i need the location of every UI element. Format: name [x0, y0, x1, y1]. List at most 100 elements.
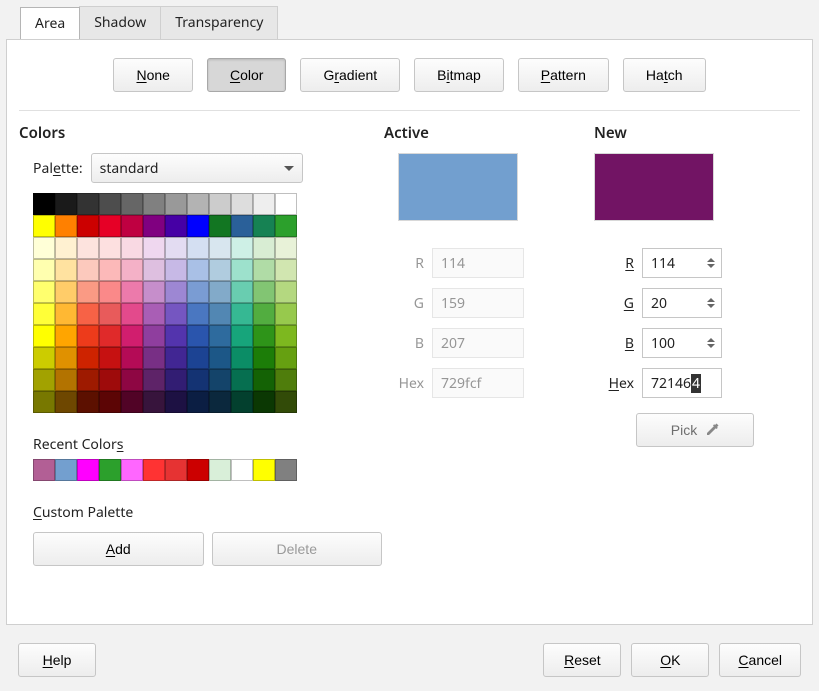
- recent-swatch[interactable]: [231, 459, 253, 481]
- palette-swatch[interactable]: [55, 391, 77, 413]
- reset-button[interactable]: Reset: [543, 643, 621, 677]
- palette-swatch[interactable]: [55, 281, 77, 303]
- palette-swatch[interactable]: [77, 237, 99, 259]
- fill-bitmap-button[interactable]: Bitmap: [414, 58, 504, 92]
- palette-swatch[interactable]: [33, 259, 55, 281]
- help-button[interactable]: Help: [18, 643, 96, 677]
- palette-swatch[interactable]: [77, 259, 99, 281]
- palette-swatch[interactable]: [143, 281, 165, 303]
- palette-swatch[interactable]: [121, 303, 143, 325]
- palette-swatch[interactable]: [231, 215, 253, 237]
- palette-swatch[interactable]: [121, 281, 143, 303]
- palette-select[interactable]: standard: [91, 153, 303, 183]
- palette-swatch[interactable]: [33, 303, 55, 325]
- palette-swatch[interactable]: [275, 347, 297, 369]
- palette-swatch[interactable]: [231, 281, 253, 303]
- palette-swatch[interactable]: [143, 237, 165, 259]
- palette-swatch[interactable]: [55, 259, 77, 281]
- palette-swatch[interactable]: [121, 325, 143, 347]
- palette-swatch[interactable]: [165, 391, 187, 413]
- palette-swatch[interactable]: [253, 303, 275, 325]
- palette-swatch[interactable]: [209, 325, 231, 347]
- pick-color-button[interactable]: Pick: [636, 413, 754, 447]
- palette-swatch[interactable]: [99, 281, 121, 303]
- palette-swatch[interactable]: [187, 391, 209, 413]
- palette-swatch[interactable]: [77, 347, 99, 369]
- palette-swatch[interactable]: [253, 237, 275, 259]
- palette-swatch[interactable]: [187, 237, 209, 259]
- palette-swatch[interactable]: [253, 369, 275, 391]
- recent-swatch[interactable]: [253, 459, 275, 481]
- palette-swatch[interactable]: [275, 391, 297, 413]
- palette-swatch[interactable]: [231, 347, 253, 369]
- palette-swatch[interactable]: [99, 325, 121, 347]
- palette-swatch[interactable]: [209, 391, 231, 413]
- palette-swatch[interactable]: [253, 281, 275, 303]
- palette-swatch[interactable]: [55, 303, 77, 325]
- palette-swatch[interactable]: [55, 325, 77, 347]
- palette-swatch[interactable]: [165, 215, 187, 237]
- palette-swatch[interactable]: [99, 237, 121, 259]
- palette-swatch[interactable]: [253, 347, 275, 369]
- palette-swatch[interactable]: [231, 303, 253, 325]
- palette-swatch[interactable]: [231, 237, 253, 259]
- palette-swatch[interactable]: [143, 347, 165, 369]
- palette-swatch[interactable]: [253, 215, 275, 237]
- palette-swatch[interactable]: [209, 303, 231, 325]
- palette-swatch[interactable]: [253, 259, 275, 281]
- recent-swatch[interactable]: [121, 459, 143, 481]
- palette-swatch[interactable]: [55, 215, 77, 237]
- palette-swatch[interactable]: [77, 369, 99, 391]
- palette-swatch[interactable]: [77, 325, 99, 347]
- fill-gradient-button[interactable]: Gradient: [300, 58, 400, 92]
- recent-swatch[interactable]: [275, 459, 297, 481]
- palette-swatch[interactable]: [187, 369, 209, 391]
- palette-swatch[interactable]: [209, 193, 231, 215]
- new-b-input[interactable]: 100: [642, 328, 722, 358]
- palette-swatch[interactable]: [253, 193, 275, 215]
- palette-swatch[interactable]: [165, 303, 187, 325]
- palette-swatch[interactable]: [165, 281, 187, 303]
- palette-swatch[interactable]: [143, 303, 165, 325]
- palette-swatch[interactable]: [231, 193, 253, 215]
- palette-swatch[interactable]: [275, 281, 297, 303]
- palette-swatch[interactable]: [77, 303, 99, 325]
- palette-swatch[interactable]: [33, 391, 55, 413]
- palette-swatch[interactable]: [33, 281, 55, 303]
- palette-swatch[interactable]: [253, 391, 275, 413]
- new-r-input[interactable]: 114: [642, 248, 722, 278]
- palette-swatch[interactable]: [33, 347, 55, 369]
- palette-swatch[interactable]: [143, 325, 165, 347]
- palette-swatch[interactable]: [231, 391, 253, 413]
- palette-swatch[interactable]: [55, 237, 77, 259]
- palette-swatch[interactable]: [121, 237, 143, 259]
- palette-swatch[interactable]: [275, 193, 297, 215]
- palette-swatch[interactable]: [231, 259, 253, 281]
- palette-swatch[interactable]: [33, 369, 55, 391]
- palette-swatch[interactable]: [33, 193, 55, 215]
- recent-swatch[interactable]: [77, 459, 99, 481]
- palette-swatch[interactable]: [187, 303, 209, 325]
- palette-swatch[interactable]: [77, 215, 99, 237]
- recent-swatch[interactable]: [99, 459, 121, 481]
- palette-swatch[interactable]: [165, 193, 187, 215]
- palette-swatch[interactable]: [143, 259, 165, 281]
- palette-swatch[interactable]: [77, 193, 99, 215]
- palette-swatch[interactable]: [99, 259, 121, 281]
- palette-swatch[interactable]: [275, 325, 297, 347]
- add-button[interactable]: Add: [33, 532, 204, 566]
- palette-swatch[interactable]: [121, 369, 143, 391]
- palette-swatch[interactable]: [33, 215, 55, 237]
- palette-swatch[interactable]: [187, 193, 209, 215]
- palette-swatch[interactable]: [33, 325, 55, 347]
- palette-swatch[interactable]: [99, 391, 121, 413]
- fill-color-button[interactable]: Color: [207, 58, 286, 92]
- palette-swatch[interactable]: [165, 259, 187, 281]
- fill-none-button[interactable]: None: [113, 58, 192, 92]
- palette-swatch[interactable]: [209, 259, 231, 281]
- fill-pattern-button[interactable]: Pattern: [518, 58, 609, 92]
- palette-swatch[interactable]: [165, 325, 187, 347]
- palette-swatch[interactable]: [253, 325, 275, 347]
- palette-swatch[interactable]: [165, 347, 187, 369]
- recent-swatch[interactable]: [165, 459, 187, 481]
